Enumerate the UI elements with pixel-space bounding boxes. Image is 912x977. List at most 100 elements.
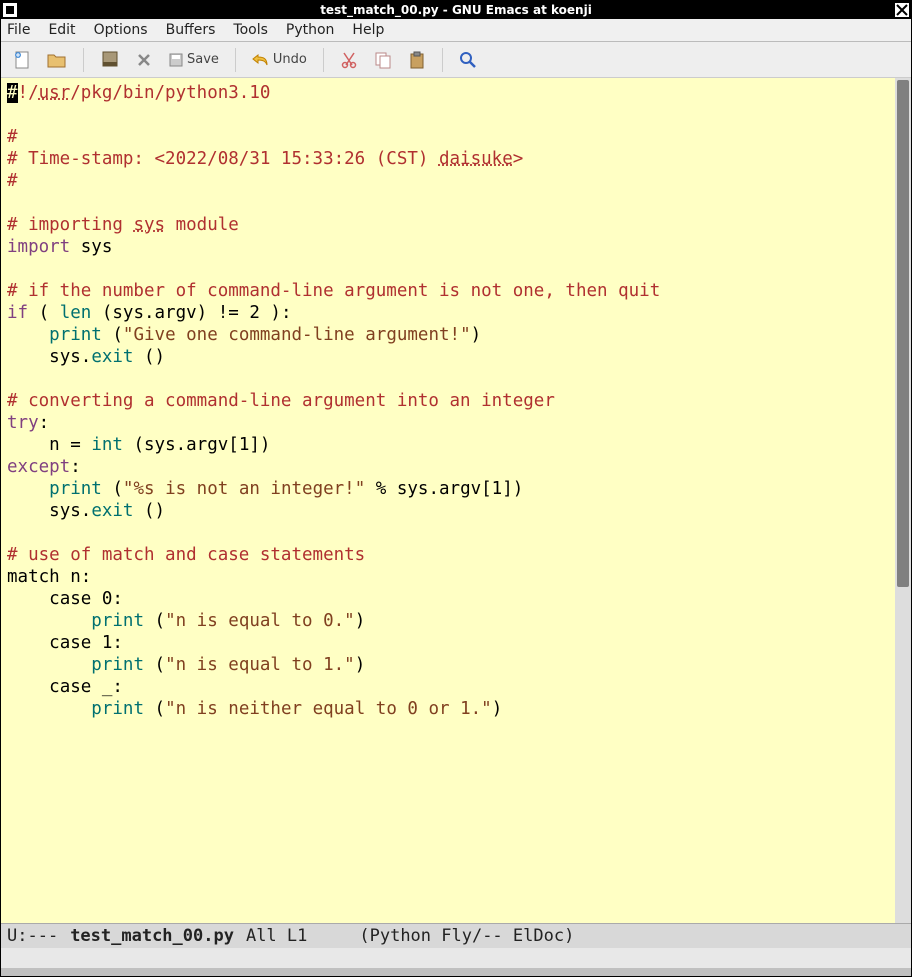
code-text: !/ [18,83,39,103]
code-text [7,611,91,631]
code-text [7,501,49,521]
code-text: import [7,237,70,257]
code-text [7,655,91,675]
code-text: sys [81,237,113,257]
new-file-button[interactable] [9,47,35,73]
code-text [7,435,49,455]
code-text: % sys.argv[1]) [365,479,523,499]
code-text [7,347,49,367]
menu-edit[interactable]: Edit [48,22,75,38]
code-text: print [91,655,144,675]
code-text: len [60,303,92,323]
toolbar-separator [83,48,84,72]
code-text: try [7,413,39,433]
code-text: if [7,303,28,323]
close-button[interactable] [132,47,156,73]
menu-file[interactable]: File [7,22,30,38]
menu-help[interactable]: Help [352,22,384,38]
titlebar: test_match_00.py - GNU Emacs at koenji [1,1,911,19]
code-text: ( [144,655,165,675]
scrollbar-thumb[interactable] [897,80,909,587]
code-text: # use of match and case statements [7,545,365,565]
code-text: ( [102,479,123,499]
code-text: ) [355,611,366,631]
code-text [7,325,49,345]
code-text: () [133,347,165,367]
undo-button[interactable]: Undo [248,47,311,73]
code-text: "n is equal to 1." [165,655,355,675]
modeline-status: U:--- [7,926,58,946]
code-text: n = [49,435,91,455]
code-text: except [7,457,70,477]
copy-button[interactable] [370,47,396,73]
code-text: module [165,215,239,235]
code-text: ) [471,325,482,345]
save-label: Save [187,52,219,67]
code-text: (sys.argv[1]) [123,435,271,455]
code-text: sys. [49,501,91,521]
code-text: sys. [49,347,91,367]
editor-buffer[interactable]: #!/usr/pkg/bin/python3.10 # # Time-stamp… [1,78,895,923]
code-text: usr [39,83,71,103]
close-icon[interactable] [895,3,909,17]
code-text [7,589,49,609]
code-text [7,633,49,653]
code-text: ( [28,303,60,323]
undo-label: Undo [273,52,307,67]
code-text: # if the number of command-line argument… [7,281,660,301]
code-text: () [133,501,165,521]
minibuffer[interactable] [1,948,911,968]
code-text: "n is equal to 0." [165,611,355,631]
code-text: int [91,435,123,455]
toolbar-separator [442,48,443,72]
code-text: sys [133,215,165,235]
code-text: # [7,127,18,147]
scrollbar[interactable] [895,78,911,923]
modeline[interactable]: U:--- test_match_00.py All L1 (Python Fl… [1,923,911,948]
code-text: print [91,611,144,631]
code-text: match n: [7,567,91,587]
code-text: : [70,457,81,477]
code-text: ) [492,699,503,719]
toolbar-separator [235,48,236,72]
menu-tools[interactable]: Tools [233,22,268,38]
cut-button[interactable] [336,47,362,73]
code-text [70,237,81,257]
code-text: > [513,149,524,169]
paste-button[interactable] [404,47,430,73]
toolbar: Save Undo [1,42,911,78]
menu-options[interactable]: Options [94,22,148,38]
search-button[interactable] [455,47,481,73]
save-button[interactable]: Save [164,47,223,73]
window-title: test_match_00.py - GNU Emacs at koenji [320,3,592,17]
code-text: : [39,413,50,433]
menu-python[interactable]: Python [286,22,335,38]
code-text: exit [91,501,133,521]
code-text [7,699,91,719]
code-text: # [7,171,18,191]
window-footer [1,968,911,976]
code-text: daisuke [439,149,513,169]
kill-buffer-button[interactable] [96,47,124,73]
code-text: ) [355,655,366,675]
code-text: print [91,699,144,719]
code-text: (sys.argv) != 2 ): [91,303,291,323]
system-menu-icon[interactable] [3,3,17,17]
modeline-position: All L1 [246,926,307,946]
code-text: ( [144,611,165,631]
code-text: case 1: [49,633,123,653]
cursor: # [7,83,18,103]
open-file-button[interactable] [43,47,71,73]
modeline-modes: (Python Fly/-- ElDoc) [359,926,574,946]
code-text: exit [91,347,133,367]
code-text: "n is neither equal to 0 or 1." [165,699,492,719]
code-text: print [49,479,102,499]
code-text: # Time-stamp: <2022/08/31 15:33:26 (CST) [7,149,439,169]
code-text [7,677,49,697]
menu-buffers[interactable]: Buffers [166,22,216,38]
code-text: print [49,325,102,345]
code-text: ( [102,325,123,345]
modeline-buffer-name: test_match_00.py [70,926,234,946]
code-text: "Give one command-line argument!" [123,325,471,345]
code-text: # importing [7,215,133,235]
